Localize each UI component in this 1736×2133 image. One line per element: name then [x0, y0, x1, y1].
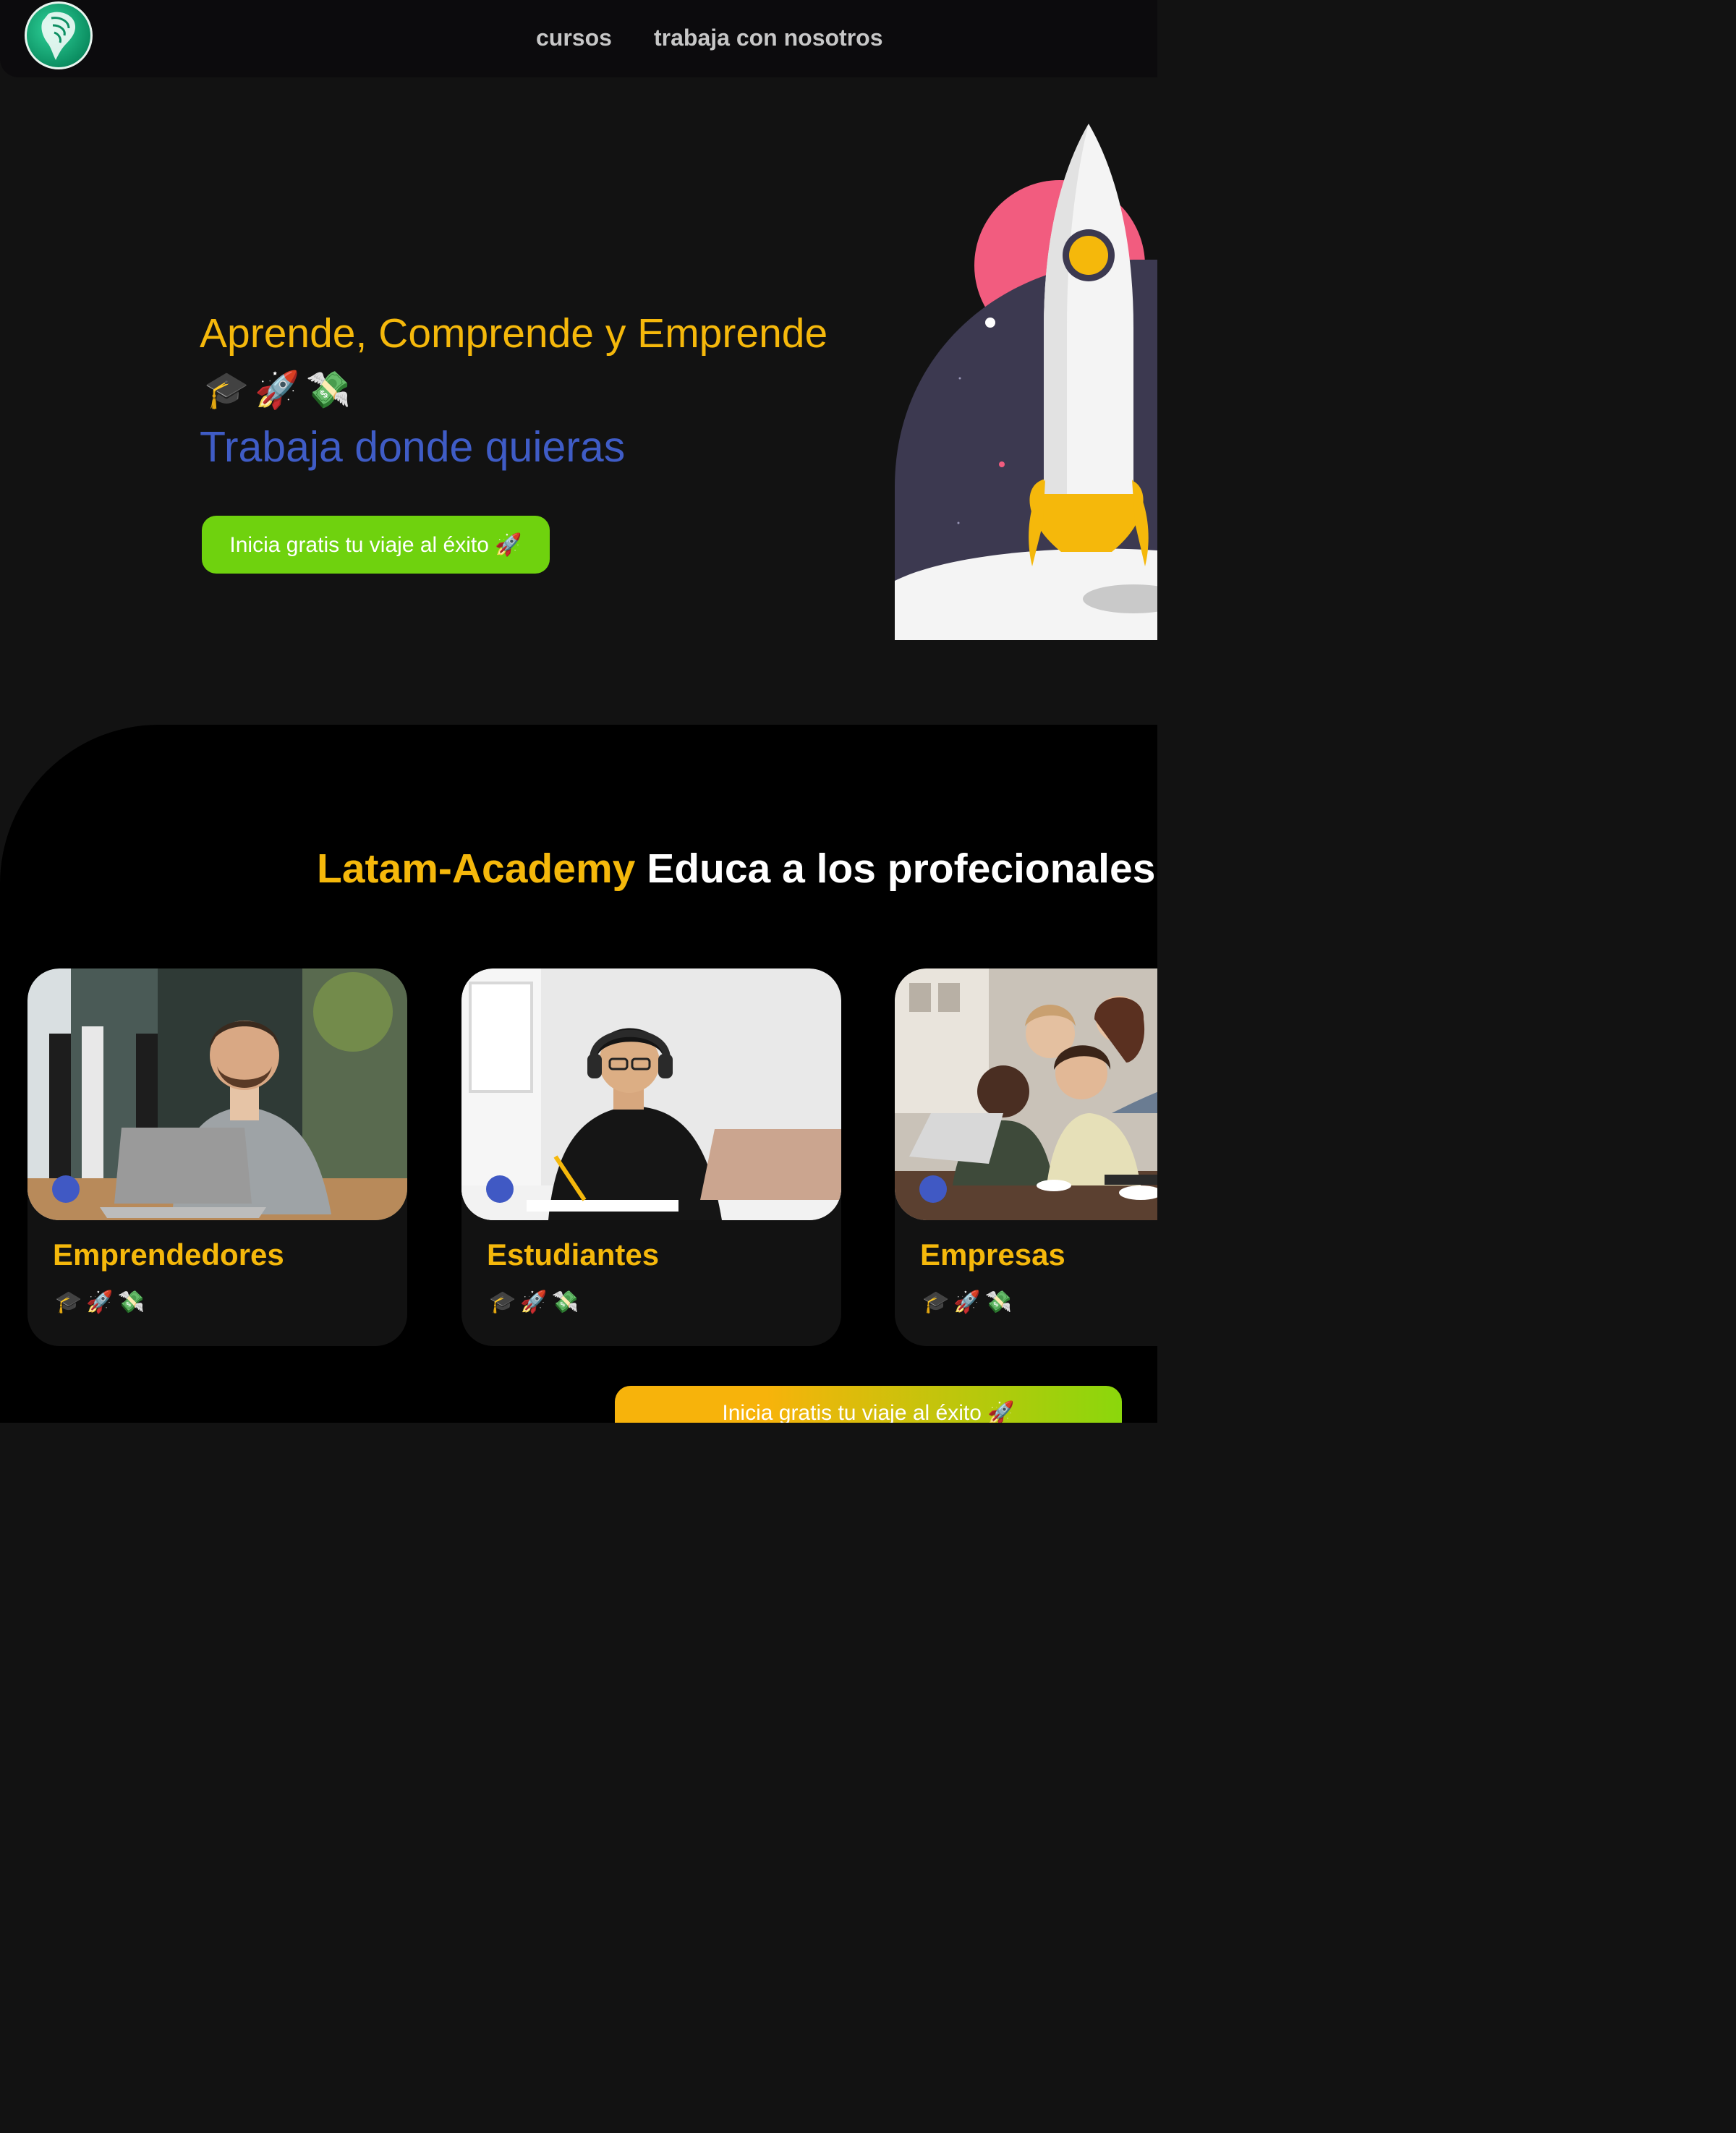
card-photo	[27, 968, 407, 1220]
rocket-illustration	[895, 124, 1157, 640]
card-empresas[interactable]: Empresas 🎓🚀💸	[895, 968, 1157, 1346]
card-emprendedores[interactable]: Emprendedores 🎓🚀💸	[27, 968, 407, 1346]
card-emojis: 🎓🚀💸	[489, 1290, 584, 1314]
card-emojis: 🎓🚀💸	[55, 1290, 150, 1314]
nav-link-cursos[interactable]: cursos	[536, 25, 612, 51]
card-title: Empresas	[920, 1238, 1065, 1272]
section-cta-button[interactable]: Inicia gratis tu viaje al éxito 🚀	[615, 1386, 1122, 1423]
card-dot	[52, 1175, 80, 1203]
section-title-brand: Latam-Academy	[317, 846, 636, 892]
logo-icon[interactable]	[25, 1, 93, 69]
section-title: Latam-Academy Educa a los profecionales …	[317, 845, 1157, 893]
hero-cta-button[interactable]: Inicia gratis tu viaje al éxito 🚀	[202, 516, 550, 574]
navbar: cursos trabaja con nosotros	[0, 0, 1157, 77]
card-dot	[486, 1175, 514, 1203]
hero-emojis: 🎓🚀💸	[204, 370, 357, 410]
card-title: Emprendedores	[53, 1238, 284, 1272]
hero-subtitle: Trabaja donde quieras	[200, 423, 626, 471]
card-estudiantes[interactable]: Estudiantes 🎓🚀💸	[461, 968, 841, 1346]
hero-title: Aprende, Comprende y Emprende	[200, 310, 828, 357]
card-dot	[919, 1175, 947, 1203]
section-title-rest: Educa a los profecionales del	[647, 846, 1157, 892]
nav-link-trabaja[interactable]: trabaja con nosotros	[654, 25, 883, 51]
card-emojis: 🎓🚀💸	[922, 1290, 1017, 1314]
page: cursos trabaja con nosotros Aprende, Com…	[0, 0, 1157, 1423]
card-photo	[461, 968, 841, 1220]
card-title: Estudiantes	[487, 1238, 660, 1272]
